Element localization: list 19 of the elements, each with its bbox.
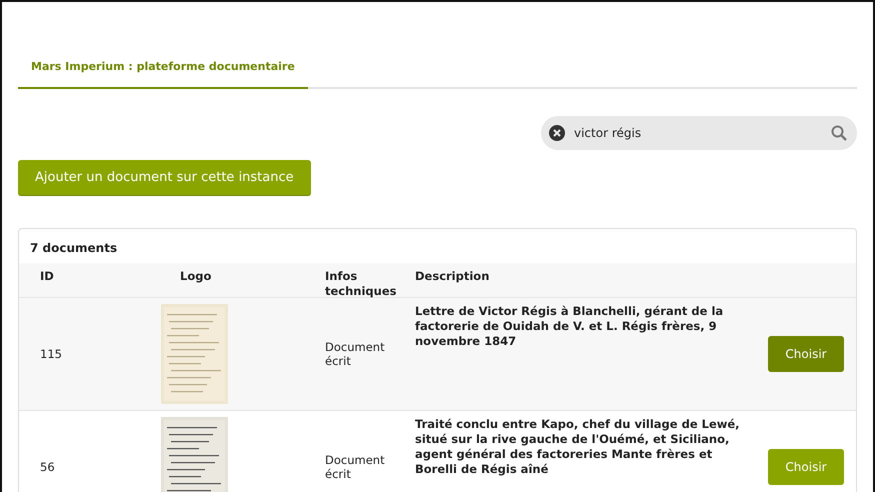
choose-button[interactable]: Choisir [768,336,844,372]
clear-icon[interactable] [548,124,566,142]
table-cell: 56 [40,460,55,474]
column-header: Description [415,269,490,283]
search-bar[interactable]: victor régis [541,116,857,150]
column-header: Infos techniques [325,269,396,298]
choose-button[interactable]: Choisir [768,449,844,485]
search-icon[interactable] [831,125,847,141]
column-header: Logo [180,269,212,283]
tab[interactable]: Mars Imperium : plateforme documentaire [18,47,308,89]
document-count: 7 documents [29,240,118,257]
column-header: ID [40,269,54,283]
table-cell: 115 [40,347,62,361]
table-cell-text: Document écrit [325,453,386,481]
document-description: Traité conclu entre Kapo, chef du village de Lewé, situé sur la rive gauche de l'Ouémé, et Siciliano, agent général des factoreries Mante frères et Borelli de Régis aîné [415,417,741,477]
search-field[interactable]: victor régis [574,126,823,140]
document-description: Lettre de Victor Régis à Blanchelli, gérant de la factorerie de Ouidah de V. et L. Régis frères, 9 novembre 1847 [415,304,724,349]
add-document-button[interactable]: Ajouter un document sur cette instance [18,160,311,196]
table-cell-text: Document écrit [325,340,386,368]
